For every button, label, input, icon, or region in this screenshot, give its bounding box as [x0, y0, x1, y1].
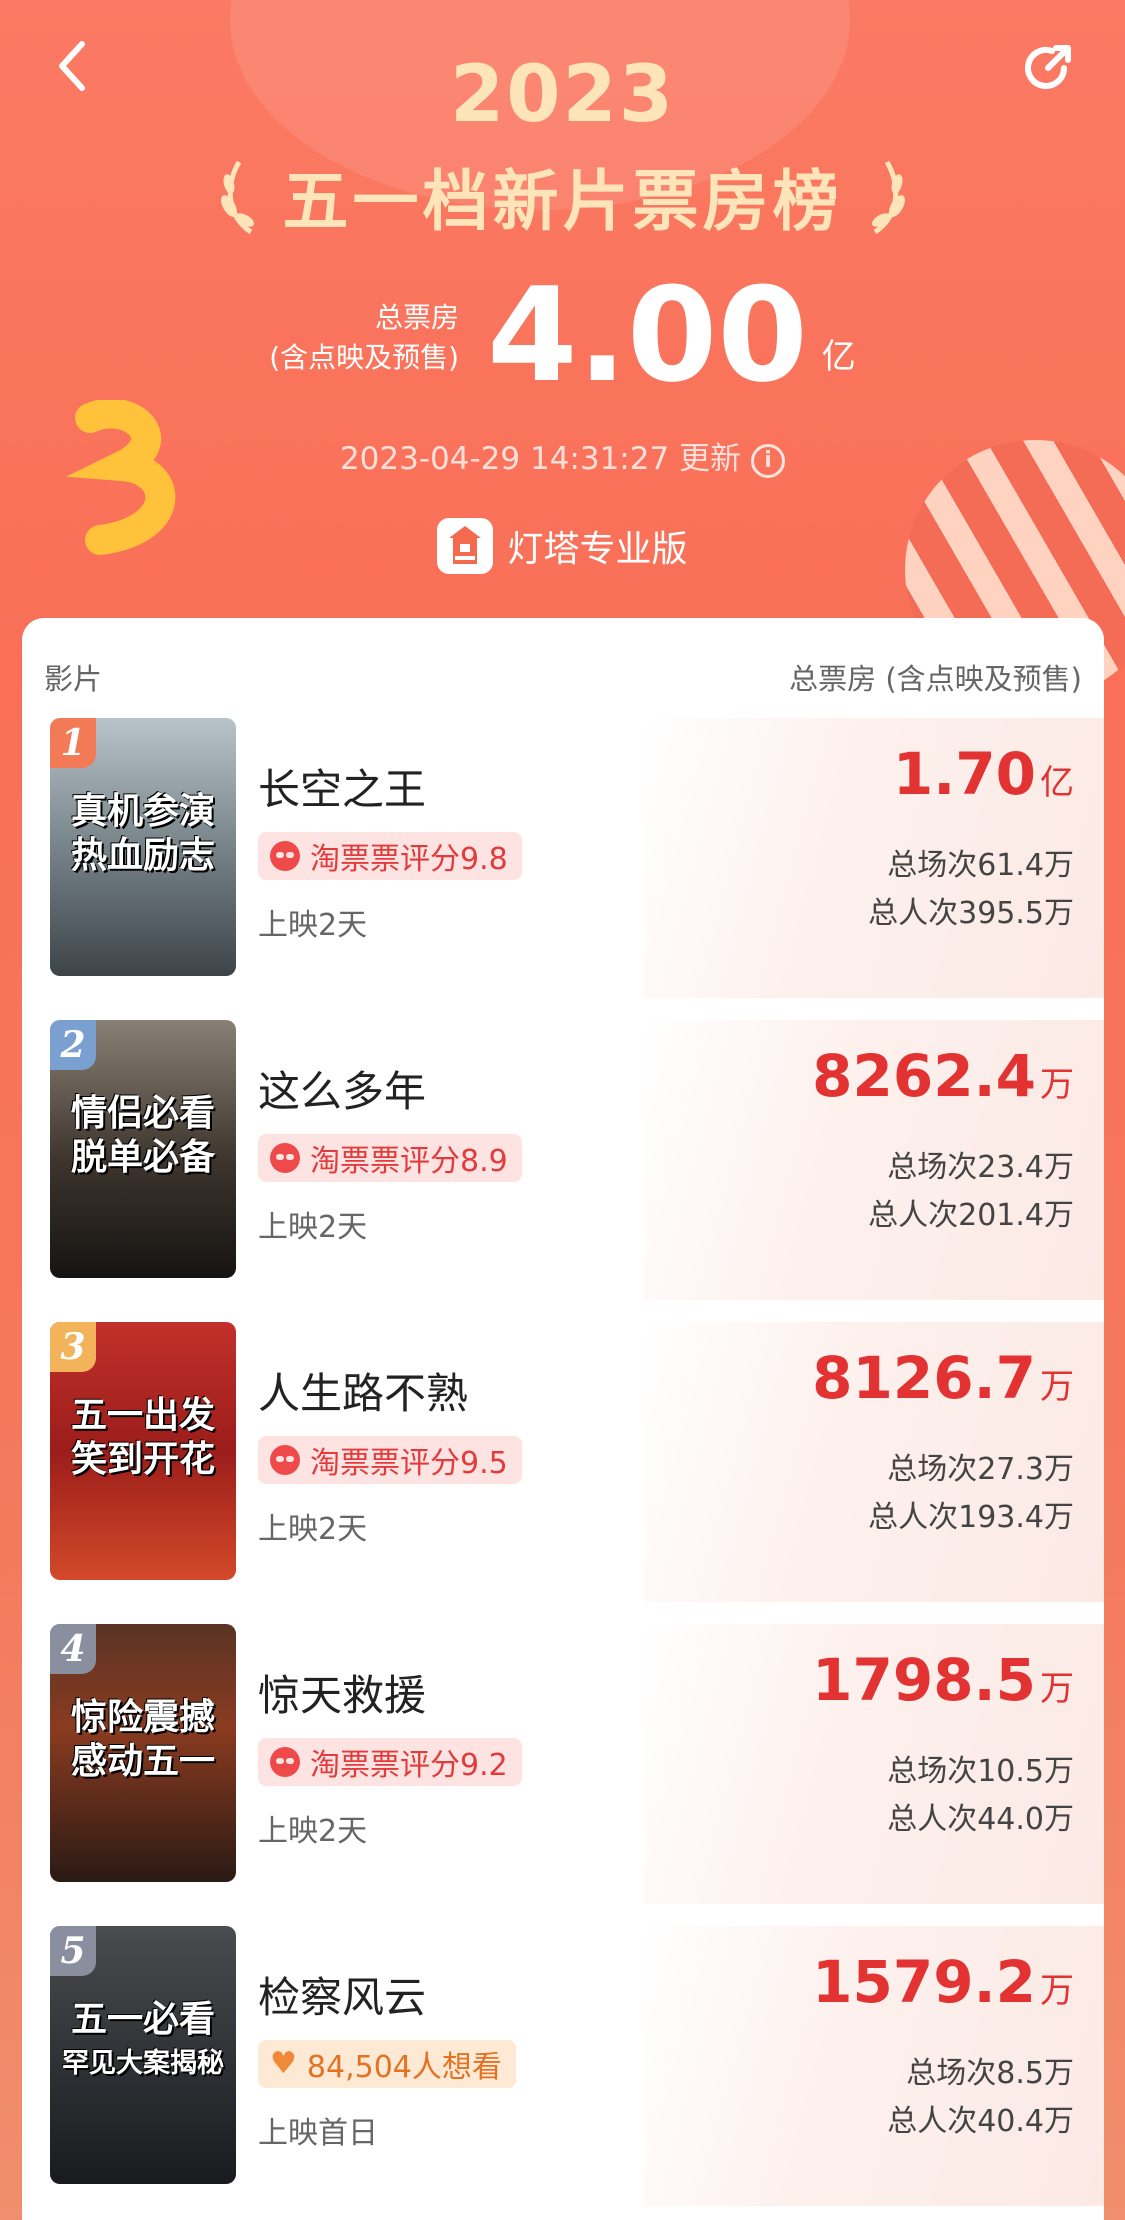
movie-row[interactable]: 情侣必看 脱单必备 2 这么多年 淘票票评分8.9 上映2天 8262.4 万 总…	[22, 1020, 1104, 1322]
movie-list: 真机参演 热血励志 1 长空之王 淘票票评分9.8 上映2天 1.70 亿 总场次…	[22, 718, 1104, 2220]
page-title: 五一档新片票房榜	[282, 163, 843, 240]
rating-text: 淘票票评分9.8	[310, 842, 508, 877]
gross-unit: 万	[1040, 1669, 1074, 1709]
movie-row[interactable]: 真机参演 热血励志 1 长空之王 淘票票评分9.8 上映2天 1.70 亿 总场次…	[22, 718, 1104, 1020]
rating-text: 淘票票评分9.5	[310, 1446, 508, 1481]
movie-title: 长空之王	[258, 765, 427, 814]
release-days: 上映2天	[258, 1210, 368, 1245]
gross-unit: 万	[1040, 1367, 1074, 1407]
release-days: 上映首日	[258, 2116, 378, 2151]
list-header: 影片 总票房 (含点映及预售)	[22, 618, 1104, 718]
total-shows: 总场次10.5万	[887, 1754, 1074, 1789]
total-label-line1: 总票房	[375, 301, 460, 334]
movie-row[interactable]: 五一必看 罕见大案揭秘 5 检察风云 ♥ 84,504人想看 上映首日 1579…	[22, 1926, 1104, 2220]
poster-text-line1: 情侣必看	[70, 1093, 215, 1134]
total-gross-unit: 亿	[821, 337, 856, 377]
movie-row[interactable]: 五一出发 笑到开花 3 人生路不熟 淘票票评分9.5 上映2天 8126.7 万 …	[22, 1322, 1104, 1624]
brand-name: 灯塔专业版	[507, 529, 688, 570]
poster-text-line1: 五一必看	[70, 1999, 215, 2040]
movie-gross: 1798.5 万	[812, 1646, 1074, 1714]
total-shows: 总场次8.5万	[906, 2056, 1074, 2091]
movie-gross: 1.70 亿	[893, 740, 1074, 808]
total-label-line2: (含点映及预售)	[269, 341, 460, 374]
total-gross-label: 总票房 (含点映及预售)	[269, 298, 459, 378]
taopiaopiao-icon	[270, 1143, 300, 1173]
release-days: 上映2天	[258, 1814, 368, 1849]
gross-value: 8262.4	[812, 1042, 1036, 1110]
release-days: 上映2天	[258, 908, 368, 943]
update-time-row: 2023-04-29 14:31:27 更新 i	[0, 433, 1125, 478]
poster-text-line2: 感动五一	[70, 1741, 215, 1782]
poster-text-line2: 笑到开花	[70, 1439, 215, 1480]
lighthouse-logo-icon	[437, 518, 494, 574]
rating-text: 84,504人想看	[306, 2050, 502, 2085]
gross-unit: 万	[1040, 1971, 1074, 2011]
brand-row: 灯塔专业版	[0, 518, 1125, 574]
total-shows: 总场次27.3万	[887, 1452, 1074, 1487]
total-viewers: 总人次193.4万	[868, 1500, 1074, 1535]
movie-title: 这么多年	[258, 1067, 427, 1116]
column-gross-label: 总票房 (含点映及预售)	[789, 662, 1082, 696]
poster-text-line1: 五一出发	[70, 1395, 215, 1436]
laurel-left-icon	[220, 160, 254, 235]
movie-title: 人生路不熟	[258, 1369, 469, 1418]
gross-unit: 亿	[1040, 763, 1074, 803]
laurel-right-icon	[871, 160, 905, 235]
rating-badge: 淘票票评分8.9	[258, 1134, 522, 1182]
gross-value: 1.70	[892, 740, 1036, 808]
total-viewers: 总人次395.5万	[868, 896, 1074, 931]
movie-poster[interactable]: 惊险震撼 感动五一 4	[50, 1624, 236, 1882]
movie-title: 惊天救援	[258, 1671, 427, 1720]
title-row: 五一档新片票房榜	[0, 148, 1125, 244]
rating-badge: 淘票票评分9.8	[258, 832, 522, 880]
gross-value: 8126.7	[812, 1344, 1036, 1412]
total-viewers: 总人次44.0万	[887, 1802, 1074, 1837]
total-shows: 总场次23.4万	[887, 1150, 1074, 1185]
poster-text-line2: 罕见大案揭秘	[62, 2048, 224, 2079]
total-viewers: 总人次40.4万	[887, 2104, 1074, 2139]
total-gross-row: 总票房 (含点映及预售) 4.00 亿	[0, 270, 1125, 400]
total-viewers: 总人次201.4万	[868, 1198, 1074, 1233]
total-gross-value: 4.00	[487, 259, 808, 411]
movie-poster[interactable]: 五一出发 笑到开花 3	[50, 1322, 236, 1580]
movie-poster[interactable]: 情侣必看 脱单必备 2	[50, 1020, 236, 1278]
total-shows: 总场次61.4万	[887, 848, 1074, 883]
rating-badge: 淘票票评分9.2	[258, 1738, 522, 1786]
taopiaopiao-icon	[270, 841, 300, 871]
movie-gross: 8126.7 万	[812, 1344, 1074, 1412]
box-office-list-card: 影片 总票房 (含点映及预售) 真机参演 热血励志 1 长空之王 淘票票评分9.…	[22, 618, 1104, 2220]
movie-poster[interactable]: 五一必看 罕见大案揭秘 5	[50, 1926, 236, 2184]
heart-icon: ♥	[270, 2046, 297, 2081]
poster-text-line1: 真机参演	[70, 791, 215, 832]
rank-badge: 3	[50, 1322, 96, 1372]
poster-text-line2: 热血励志	[70, 835, 215, 876]
rating-text: 淘票票评分9.2	[310, 1748, 508, 1783]
movie-row[interactable]: 惊险震撼 感动五一 4 惊天救援 淘票票评分9.2 上映2天 1798.5 万 总…	[22, 1624, 1104, 1926]
taopiaopiao-icon	[270, 1747, 300, 1777]
movie-gross: 8262.4 万	[812, 1042, 1074, 1110]
info-icon[interactable]: i	[751, 443, 786, 478]
want-to-see-badge: ♥ 84,504人想看	[258, 2040, 516, 2088]
movie-title: 检察风云	[258, 1973, 427, 2022]
rank-badge: 1	[50, 718, 96, 768]
poster-text-line2: 脱单必备	[70, 1137, 215, 1178]
rank-badge: 5	[50, 1926, 96, 1976]
year-heading: 2023	[449, 50, 676, 140]
gross-value: 1579.2	[812, 1948, 1036, 2016]
taopiaopiao-icon	[270, 1445, 300, 1475]
rating-text: 淘票票评分8.9	[310, 1144, 508, 1179]
movie-poster[interactable]: 真机参演 热血励志 1	[50, 718, 236, 976]
gross-unit: 万	[1040, 1065, 1074, 1105]
poster-text-line1: 惊险震撼	[70, 1697, 215, 1738]
rating-badge: 淘票票评分9.5	[258, 1436, 522, 1484]
update-time: 2023-04-29 14:31:27 更新	[339, 441, 742, 477]
gross-value: 1798.5	[812, 1646, 1036, 1714]
movie-gross: 1579.2 万	[812, 1948, 1074, 2016]
column-film-label: 影片	[44, 662, 103, 696]
release-days: 上映2天	[258, 1512, 368, 1547]
rank-badge: 2	[50, 1020, 96, 1070]
rank-badge: 4	[50, 1624, 96, 1674]
